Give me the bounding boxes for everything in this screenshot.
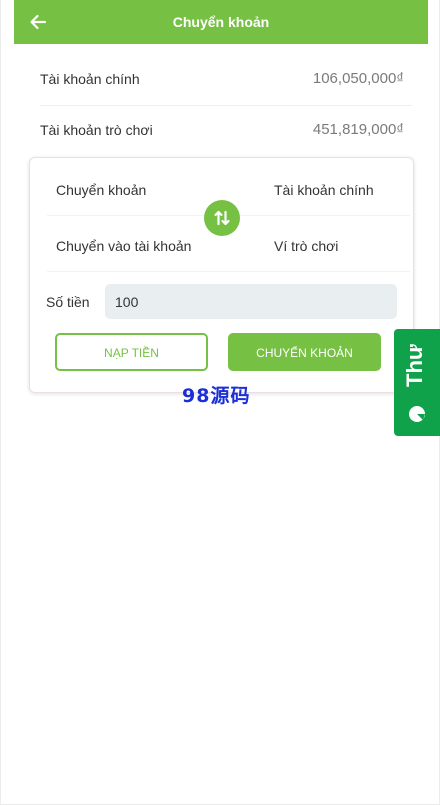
top-bar: Chuyển khoản xyxy=(14,0,428,44)
divider xyxy=(47,271,410,272)
side-message-tab[interactable]: Thư xyxy=(394,329,440,436)
side-tab-label: Thư xyxy=(402,344,427,387)
transfer-to-label: Chuyển vào tài khoản xyxy=(56,238,192,254)
game-account-row: Tài khoản trò chơi 451,819,000₫ xyxy=(40,105,406,155)
main-account-row: Tài khoản chính 106,050,000₫ xyxy=(40,54,406,104)
swap-vertical-icon xyxy=(214,210,230,226)
main-account-label: Tài khoản chính xyxy=(40,71,140,87)
transfer-from-select[interactable]: Tài khoản chính xyxy=(274,182,374,198)
watermark: 98源码 xyxy=(182,385,251,407)
amount-input[interactable] xyxy=(105,284,397,319)
transfer-button[interactable]: CHUYỂN KHOẢN xyxy=(228,333,381,371)
swap-accounts-button[interactable] xyxy=(204,200,240,236)
game-account-balance: 451,819,000₫ xyxy=(312,121,404,138)
game-account-label: Tài khoản trò chơi xyxy=(40,122,153,138)
amount-label: Số tiền xyxy=(46,294,90,310)
transfer-to-select[interactable]: Ví trò chơi xyxy=(274,238,338,254)
transfer-from-label: Chuyển khoản xyxy=(56,182,147,198)
transfer-card: Chuyển khoản Tài khoản chính Chuyển vào … xyxy=(29,157,414,393)
page-title: Chuyển khoản xyxy=(172,14,270,30)
deposit-button[interactable]: NẠP TIỀN xyxy=(55,333,208,371)
chat-bubble-icon xyxy=(406,403,428,425)
main-account-balance: 106,050,000₫ xyxy=(312,70,404,87)
